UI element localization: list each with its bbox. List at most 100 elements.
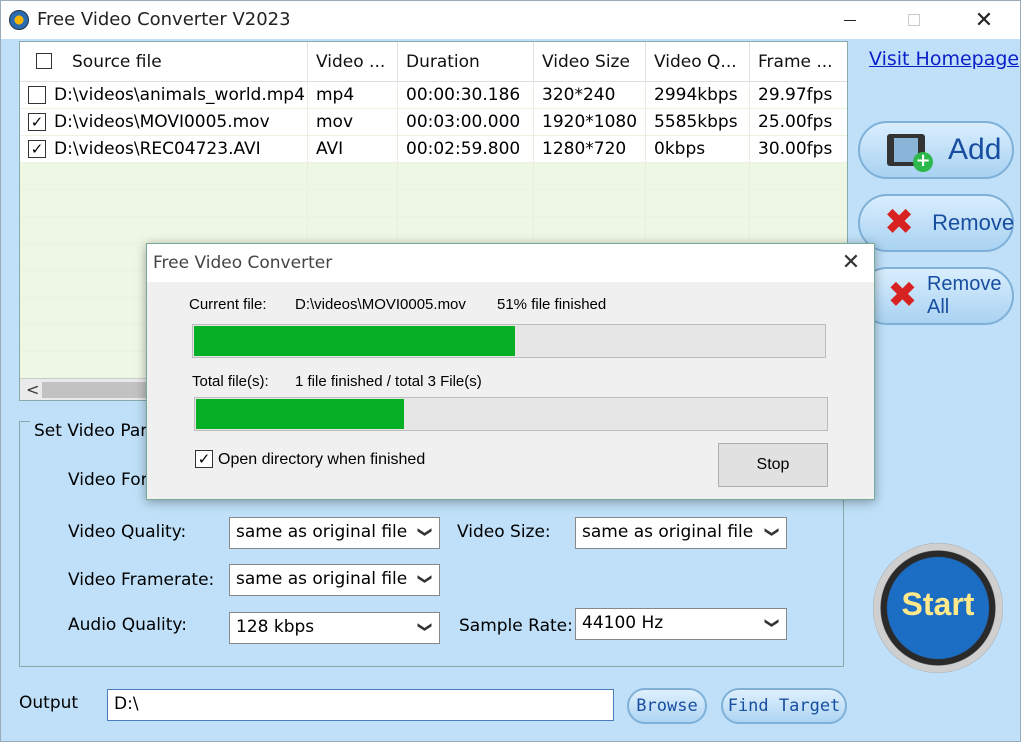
total-files-status: 1 file finished / total 3 File(s) [295,373,482,390]
browse-button[interactable]: Browse [627,688,707,724]
empty-row [20,217,847,244]
cell-video-size: 320*240 [534,82,646,109]
dialog-close-icon[interactable]: ✕ [833,248,869,278]
cell-source-file: ✓ D:\videos\REC04723.AVI [20,136,308,163]
row-checkbox[interactable] [28,86,46,104]
current-file-label: Current file: [189,296,267,313]
column-header-source-file[interactable]: Source file [20,42,308,82]
remove-button[interactable]: ✖ Remove [858,194,1014,252]
chevron-down-icon: ❯ [417,573,434,585]
remove-all-button[interactable]: ✖ Remove All [858,267,1014,325]
column-header-label: Source file [72,52,162,72]
select-all-checkbox[interactable] [36,53,52,69]
title-bar: Free Video Converter V2023 ✕ [1,1,1020,39]
add-video-icon: + [884,130,933,172]
open-directory-label[interactable]: Open directory when finished [218,451,425,469]
cell-frame-rate: 30.00fps [750,136,847,163]
video-framerate-select[interactable]: same as original file ❯ [229,564,440,596]
maximize-icon [908,14,920,26]
cell-video-size: 1920*1080 [534,109,646,136]
open-directory-checkbox[interactable]: ✓ [195,450,213,468]
add-button[interactable]: + Add [858,121,1014,179]
minimize-icon [844,19,856,21]
column-header-video-format[interactable]: Video ... [308,42,398,82]
column-header-video-quality[interactable]: Video Q... [646,42,750,82]
row-checkbox[interactable]: ✓ [28,113,46,131]
chevron-down-icon: ❯ [764,526,781,538]
table-row[interactable]: ✓ D:\videos\REC04723.AVI AVI 00:02:59.80… [20,136,847,163]
sample-rate-label: Sample Rate: [459,616,573,636]
column-header-video-size[interactable]: Video Size [534,42,646,82]
output-label: Output [19,693,79,713]
video-size-select[interactable]: same as original file ❯ [575,517,787,549]
select-value: 44100 Hz [582,613,664,633]
cell-video-quality: 0kbps [646,136,750,163]
video-quality-label: Video Quality: [68,522,187,542]
column-header-frame-rate[interactable]: Frame ... [750,42,847,82]
close-button[interactable]: ✕ [961,5,1007,35]
empty-row [20,190,847,217]
audio-quality-label: Audio Quality: [68,615,187,635]
select-value: same as original file [236,569,408,589]
row-checkbox[interactable]: ✓ [28,140,46,158]
cell-video-quality: 5585kbps [646,109,750,136]
remove-all-button-label: Remove All [926,273,1002,318]
cell-text: D:\videos\REC04723.AVI [54,139,261,159]
find-target-button[interactable]: Find Target [721,688,847,724]
cell-text: D:\videos\animals_world.mp4 [54,85,305,105]
dialog-title-bar: Free Video Converter ✕ [147,244,874,282]
group-title: Set Video Par [30,421,152,441]
audio-quality-select[interactable]: 128 kbps ❯ [229,612,440,644]
select-value: 128 kbps [236,617,315,637]
video-size-label: Video Size: [457,522,551,542]
cell-video-size: 1280*720 [534,136,646,163]
minimize-button[interactable] [827,5,873,35]
chevron-down-icon: ❯ [417,526,434,538]
scroll-thumb[interactable] [42,382,162,398]
remove-x-icon: ✖ [884,202,915,243]
video-format-label: Video For [68,470,148,490]
add-button-label: Add [948,133,1002,166]
main-window: Free Video Converter V2023 ✕ Source file… [0,0,1021,742]
current-file-value: D:\videos\MOVI0005.mov [295,296,466,313]
stop-button[interactable]: Stop [718,443,828,487]
empty-row [20,163,847,190]
cell-video-format: AVI [308,136,398,163]
scroll-left-icon[interactable]: < [26,380,39,399]
start-button-label: Start [901,586,975,622]
start-button[interactable]: Start [873,543,1003,673]
chevron-down-icon: ❯ [417,621,434,633]
cell-source-file: D:\videos\animals_world.mp4 [20,82,308,109]
cell-video-quality: 2994kbps [646,82,750,109]
table-row[interactable]: D:\videos\animals_world.mp4 mp4 00:00:30… [20,82,847,109]
cell-video-format: mov [308,109,398,136]
current-file-progress-fill [194,326,515,356]
remove-all-x-icon: ✖ [887,275,918,316]
dialog-title: Free Video Converter [153,253,333,273]
cell-duration: 00:00:30.186 [398,82,534,109]
total-files-label: Total file(s): [192,373,269,390]
visit-homepage-link[interactable]: Visit Homepage [869,48,1019,70]
table-row[interactable]: ✓ D:\videos\MOVI0005.mov mov 00:03:00.00… [20,109,847,136]
video-quality-select[interactable]: same as original file ❯ [229,517,440,549]
close-icon: ✕ [974,7,994,33]
cell-duration: 00:02:59.800 [398,136,534,163]
cell-duration: 00:03:00.000 [398,109,534,136]
output-path-input[interactable]: D:\ [107,689,614,721]
column-header-duration[interactable]: Duration [398,42,534,82]
table-header: Source file Video ... Duration Video Siz… [20,42,847,82]
cell-text: D:\videos\MOVI0005.mov [54,112,270,132]
cell-source-file: ✓ D:\videos\MOVI0005.mov [20,109,308,136]
progress-dialog: Free Video Converter ✕ Current file: D:\… [146,243,875,500]
sample-rate-select[interactable]: 44100 Hz ❯ [575,608,787,640]
cell-frame-rate: 25.00fps [750,109,847,136]
cell-frame-rate: 29.97fps [750,82,847,109]
maximize-button[interactable] [891,5,937,35]
total-progress-fill [196,399,404,429]
chevron-down-icon: ❯ [764,617,781,629]
window-title: Free Video Converter V2023 [37,9,291,30]
select-value: same as original file [236,522,408,542]
cell-video-format: mp4 [308,82,398,109]
app-logo-icon [9,10,29,30]
select-value: same as original file [582,522,754,542]
